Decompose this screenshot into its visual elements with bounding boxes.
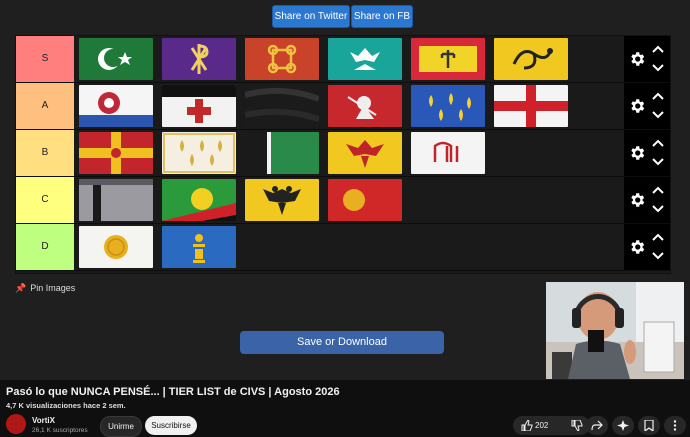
- share-fb-button[interactable]: Share on FB: [351, 5, 413, 28]
- tier-row-a: A: [16, 83, 670, 130]
- gear-icon[interactable]: [628, 144, 646, 162]
- blue-fleur-de-lis-flag[interactable]: [411, 85, 485, 127]
- chevron-up-icon[interactable]: [652, 91, 664, 101]
- red-knot-flag[interactable]: [245, 38, 319, 80]
- chevron-up-icon[interactable]: [652, 138, 664, 148]
- white-fleur-de-lis-flag[interactable]: [162, 132, 236, 174]
- green-red-disc-flag[interactable]: [162, 179, 236, 221]
- share-button[interactable]: [586, 416, 608, 435]
- channel-name[interactable]: VortiX: [32, 416, 55, 425]
- thumbs-up-icon[interactable]: [521, 420, 533, 431]
- webcam-overlay: [546, 282, 684, 379]
- video-meta: 4,7 K visualizaciones hace 2 sem.: [6, 401, 126, 410]
- share-arrow-icon: [591, 420, 603, 431]
- sparkle-icon: [617, 420, 629, 431]
- tier-row-c: C: [16, 177, 670, 224]
- tier-label[interactable]: C: [16, 177, 74, 223]
- tier-controls: [624, 177, 670, 223]
- ask-ai-button[interactable]: [612, 416, 634, 435]
- subscribe-button[interactable]: Suscribirse: [145, 416, 197, 435]
- blue-soyombo-flag[interactable]: [162, 226, 236, 268]
- more-actions-button[interactable]: [664, 416, 686, 435]
- green-black-flag[interactable]: [245, 132, 319, 174]
- black-banner-flag[interactable]: [245, 85, 319, 127]
- tier-label[interactable]: S: [16, 36, 74, 82]
- purple-chi-rho-flag[interactable]: [162, 38, 236, 80]
- chevron-up-icon[interactable]: [652, 44, 664, 54]
- tier-row-b: B: [16, 130, 670, 177]
- tier-list-page: Share on Twitter Share on FB SABCD 📌 Pin …: [0, 0, 690, 380]
- chevron-up-icon[interactable]: [652, 232, 664, 242]
- yellow-dragon-flag[interactable]: [494, 38, 568, 80]
- red-eagle-flag[interactable]: [328, 132, 402, 174]
- chevron-down-icon[interactable]: [652, 204, 664, 214]
- yellow-double-eagle-flag[interactable]: [245, 179, 319, 221]
- chevron-down-icon[interactable]: [652, 251, 664, 261]
- pin-images-toggle[interactable]: 📌 Pin Images: [15, 283, 75, 294]
- white-red-cross-flag[interactable]: [494, 85, 568, 127]
- white-red-monogram-flag[interactable]: [411, 132, 485, 174]
- pin-icon: 📌: [15, 283, 27, 293]
- gear-icon[interactable]: [628, 50, 646, 68]
- join-button[interactable]: Unirme: [100, 416, 142, 437]
- green-crescent-flag[interactable]: [79, 38, 153, 80]
- more-dots-icon: [673, 420, 677, 431]
- bookmark-icon: [644, 420, 654, 431]
- chevron-down-icon[interactable]: [652, 110, 664, 120]
- tier-label[interactable]: B: [16, 130, 74, 176]
- chevron-down-icon[interactable]: [652, 63, 664, 73]
- gear-icon[interactable]: [628, 191, 646, 209]
- white-gold-sun-flag[interactable]: [79, 226, 153, 268]
- tier-controls: [624, 36, 670, 82]
- teutonic-cross-flag[interactable]: [162, 85, 236, 127]
- grey-black-stripe-flag[interactable]: [79, 179, 153, 221]
- red-saint-george-flag[interactable]: [328, 85, 402, 127]
- chevron-down-icon[interactable]: [652, 157, 664, 167]
- subscriber-count: 26,1 K suscriptores: [32, 427, 88, 434]
- gear-icon[interactable]: [628, 97, 646, 115]
- tier-controls: [624, 130, 670, 176]
- tier-label[interactable]: D: [16, 224, 74, 270]
- teal-eagle-flag[interactable]: [328, 38, 402, 80]
- pin-images-label: Pin Images: [30, 283, 76, 293]
- chevron-up-icon[interactable]: [652, 185, 664, 195]
- red-yellow-cross-flag[interactable]: [79, 132, 153, 174]
- tier-table: SABCD: [15, 35, 671, 274]
- save-to-playlist-button[interactable]: [638, 416, 660, 435]
- tier-row-s: S: [16, 36, 670, 83]
- gear-icon[interactable]: [628, 238, 646, 256]
- like-dislike-group: 202: [513, 416, 590, 435]
- channel-avatar[interactable]: [6, 414, 26, 434]
- yellow-red-symbol-flag[interactable]: [411, 38, 485, 80]
- tudor-rose-flag[interactable]: [79, 85, 153, 127]
- red-gold-disc-flag[interactable]: [328, 179, 402, 221]
- thumbs-down-icon[interactable]: [571, 420, 583, 431]
- share-twitter-button[interactable]: Share on Twitter: [272, 5, 350, 28]
- save-or-download-button[interactable]: Save or Download: [240, 331, 444, 354]
- like-count: 202: [535, 421, 549, 430]
- tier-row-d: D: [16, 224, 670, 271]
- video-title: Pasó lo que NUNCA PENSÉ... | TIER LIST d…: [6, 386, 340, 398]
- upload-age: hace 2 sem.: [83, 401, 126, 410]
- view-count: 4,7 K visualizaciones: [6, 401, 82, 410]
- tier-controls: [624, 224, 670, 270]
- tier-controls: [624, 83, 670, 129]
- tier-label[interactable]: A: [16, 83, 74, 129]
